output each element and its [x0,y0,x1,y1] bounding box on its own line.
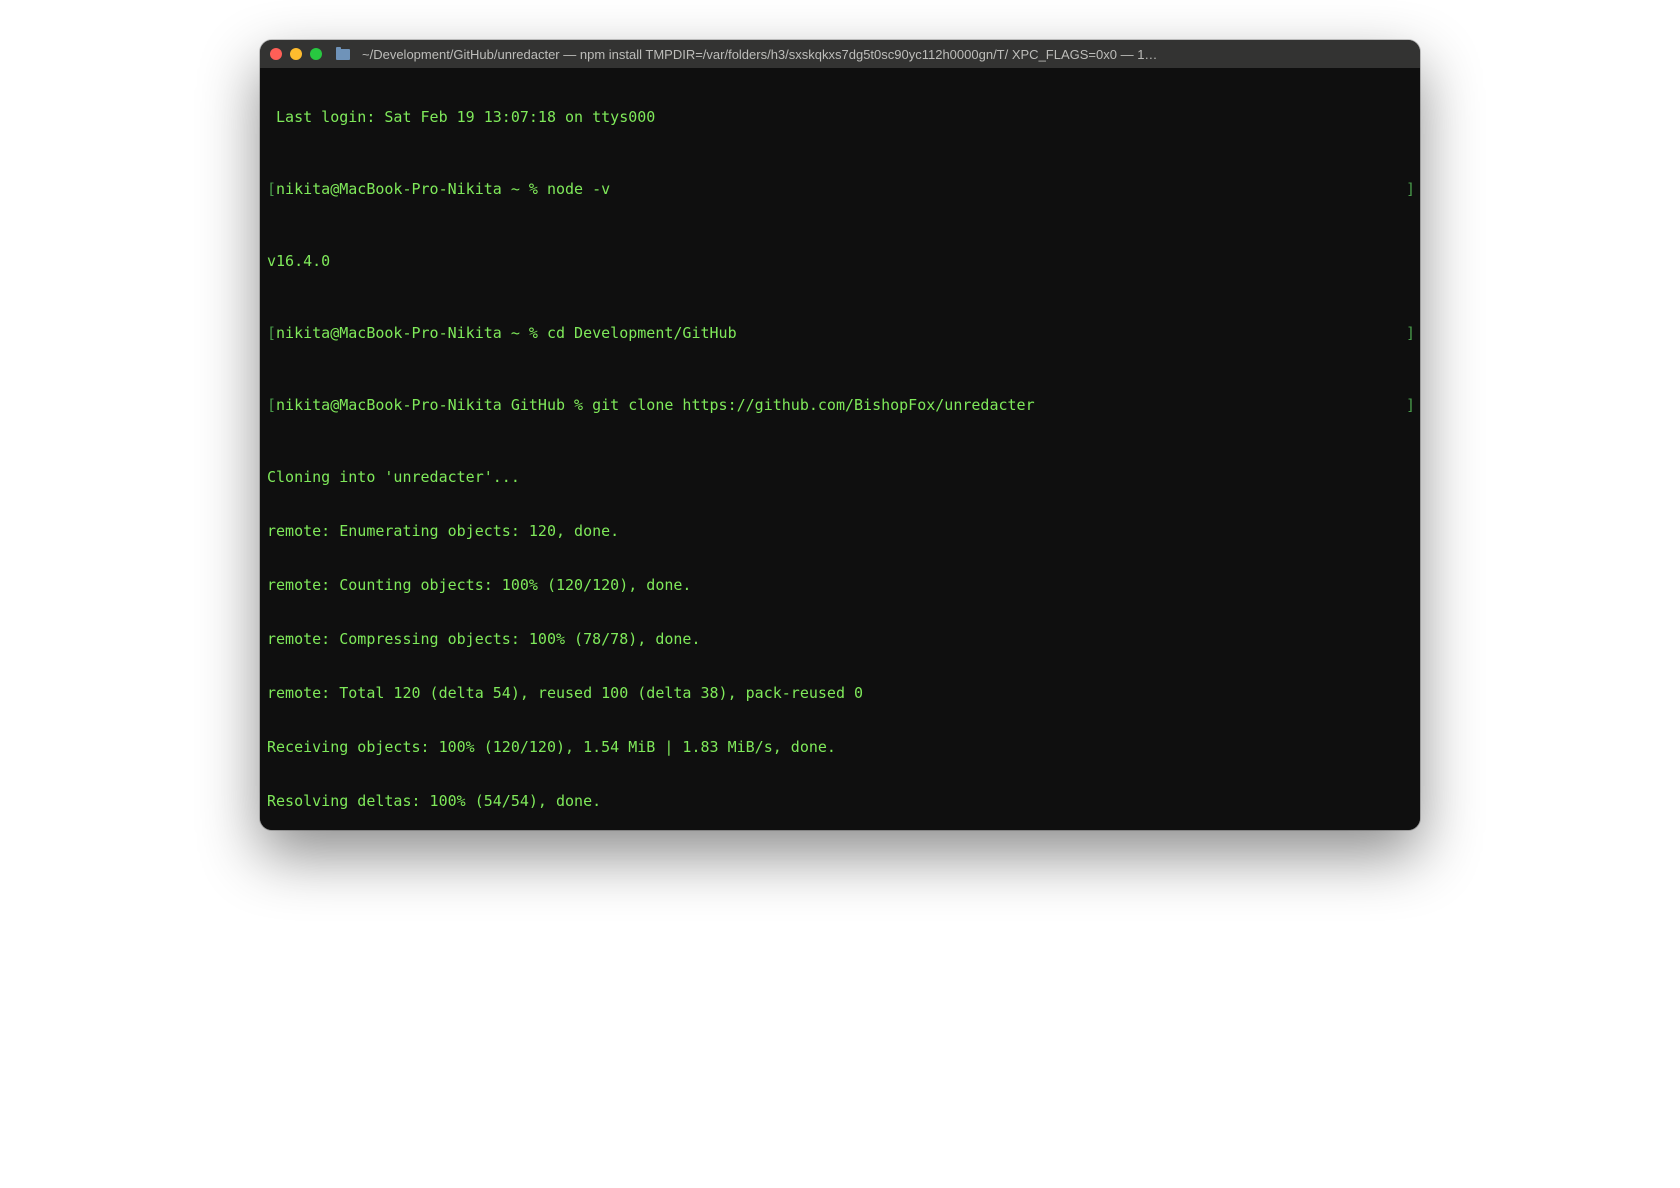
output-line: Cloning into 'unredacter'... [267,468,1415,486]
output-line: Receiving objects: 100% (120/120), 1.54 … [267,738,1415,756]
node-version: v16.4.0 [267,252,330,270]
window-title: ~/Development/GitHub/unredacter — npm in… [362,47,1410,62]
zoom-icon[interactable] [310,48,322,60]
command: git clone https://github.com/BishopFox/u… [592,396,1035,414]
close-icon[interactable] [270,48,282,60]
prompt-line: [nikita@MacBook-Pro-Nikita ~ % cd Develo… [267,324,1415,342]
output-line: remote: Enumerating objects: 120, done. [267,522,1415,540]
command: node -v [547,180,610,198]
titlebar[interactable]: ~/Development/GitHub/unredacter — npm in… [260,40,1420,68]
prompt-bracket: [ [267,324,276,342]
output-line: remote: Compressing objects: 100% (78/78… [267,630,1415,648]
folder-icon [336,49,350,60]
output-line: remote: Counting objects: 100% (120/120)… [267,576,1415,594]
prompt-bracket: [ [267,180,276,198]
output-line: Resolving deltas: 100% (54/54), done. [267,792,1415,810]
command: cd Development/GitHub [547,324,737,342]
terminal-body[interactable]: Last login: Sat Feb 19 13:07:18 on ttys0… [260,68,1420,830]
prompt-bracket: [ [267,396,276,414]
output-line: remote: Total 120 (delta 54), reused 100… [267,684,1415,702]
prompt-bracket: ] [1406,396,1415,414]
traffic-lights [270,48,322,60]
minimize-icon[interactable] [290,48,302,60]
terminal-window: ~/Development/GitHub/unredacter — npm in… [260,40,1420,830]
prompt-line: [nikita@MacBook-Pro-Nikita ~ % node -v] [267,180,1415,198]
output-line: Last login: Sat Feb 19 13:07:18 on ttys0… [267,108,1415,126]
prompt-line: [nikita@MacBook-Pro-Nikita GitHub % git … [267,396,1415,414]
last-login: Last login: Sat Feb 19 13:07:18 on ttys0… [267,108,655,126]
prompt-bracket: ] [1406,324,1415,342]
prompt: nikita@MacBook-Pro-Nikita GitHub % [276,396,592,414]
output-line: v16.4.0 [267,252,1415,270]
prompt: nikita@MacBook-Pro-Nikita ~ % [276,324,547,342]
prompt: nikita@MacBook-Pro-Nikita ~ % [276,180,547,198]
prompt-bracket: ] [1406,180,1415,198]
